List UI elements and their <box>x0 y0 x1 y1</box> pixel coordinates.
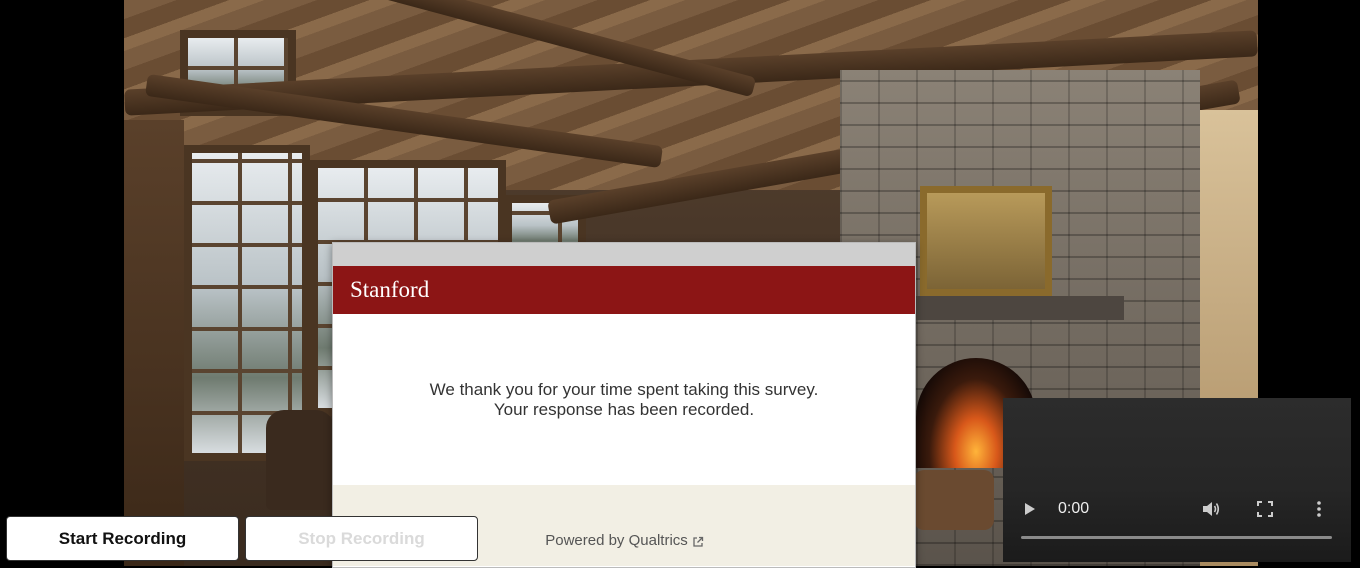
post <box>124 120 184 566</box>
start-recording-button[interactable]: Start Recording <box>6 516 239 561</box>
volume-icon[interactable] <box>1201 500 1221 523</box>
message-line-1: We thank you for your time spent taking … <box>429 379 819 399</box>
powered-by-link[interactable]: Powered by Qualtrics <box>545 532 688 549</box>
brand-header: Stanford <box>333 266 915 314</box>
painting <box>920 186 1052 296</box>
video-controls: 0:00 <box>1003 498 1351 522</box>
external-link-icon <box>692 535 703 547</box>
more-options-icon[interactable] <box>1316 500 1322 523</box>
armchair <box>266 410 334 510</box>
mantel <box>914 296 1124 320</box>
ottoman <box>914 470 994 530</box>
video-time: 0:00 <box>1058 500 1090 517</box>
message-line-2: Your response has been recorded. <box>493 399 755 419</box>
completion-message: We thank you for your time spent taking … <box>333 314 915 485</box>
video-progress-track[interactable] <box>1021 536 1332 539</box>
play-icon[interactable] <box>1024 502 1036 521</box>
card-top-bar <box>333 243 915 266</box>
stop-recording-button[interactable]: Stop Recording <box>245 516 478 561</box>
video-player[interactable]: 0:00 <box>1003 398 1351 562</box>
start-recording-label: Start Recording <box>58 528 187 548</box>
fullscreen-icon[interactable] <box>1257 501 1273 522</box>
stop-recording-label: Stop Recording <box>298 528 425 548</box>
brand-logo-text: Stanford <box>350 277 430 302</box>
